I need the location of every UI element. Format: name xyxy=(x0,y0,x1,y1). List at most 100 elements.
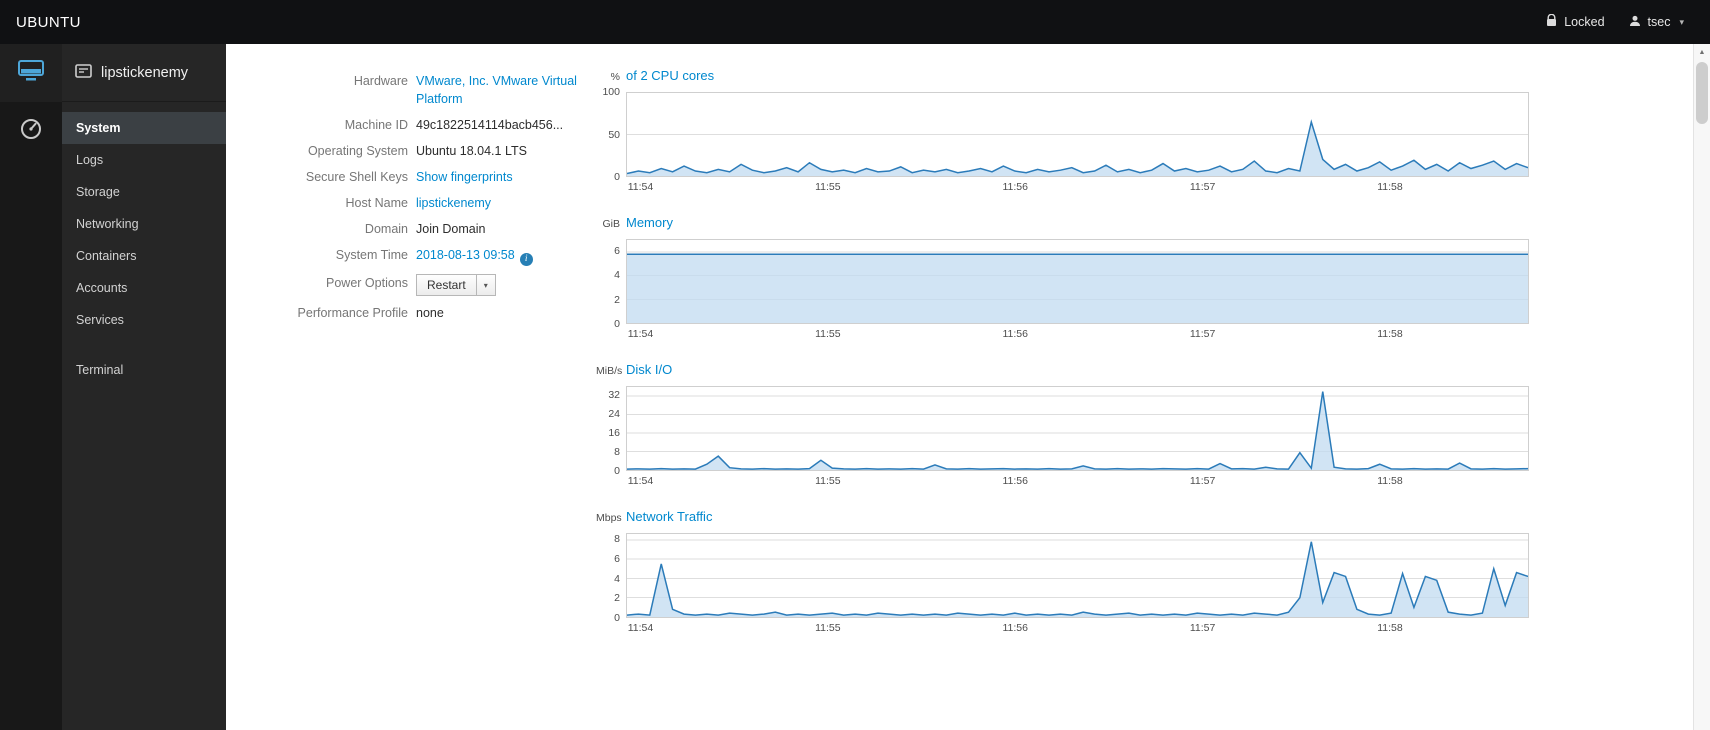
y-tick-label: 4 xyxy=(614,572,620,585)
chart-plot-area xyxy=(626,239,1529,324)
y-tick-label: 32 xyxy=(608,389,620,402)
chart-unit-label: GiB xyxy=(602,218,620,230)
sidebar-item-terminal[interactable]: Terminal xyxy=(62,354,226,386)
user-name: tsec xyxy=(1647,15,1671,29)
chart-header: % of 2 CPU cores xyxy=(596,68,1529,84)
info-icon[interactable]: i xyxy=(519,253,533,266)
x-tick-label: 11:55 xyxy=(815,328,841,340)
sidebar-item-storage[interactable]: Storage xyxy=(62,176,226,208)
user-icon xyxy=(1629,15,1641,30)
y-tick-label: 6 xyxy=(614,245,620,258)
chart-header: GiB Memory xyxy=(596,215,1529,231)
chart-plot-area xyxy=(626,92,1529,177)
info-label: Performance Profile xyxy=(297,306,408,320)
info-value: Join Domain xyxy=(416,216,594,242)
x-tick-label: 11:58 xyxy=(1377,622,1403,634)
chart-title-link[interactable]: of 2 CPU cores xyxy=(626,68,714,83)
info-link[interactable]: lipstickenemy xyxy=(416,196,491,210)
chevron-down-icon: ▾ xyxy=(1679,16,1684,27)
power-options-button-group: Restart ▾ xyxy=(416,274,496,296)
sidebar-item-accounts[interactable]: Accounts xyxy=(62,272,226,304)
chart-x-axis: 11:54 11:55 11:56 11:57 11:58 xyxy=(626,471,1529,489)
chart-disk-i-o: MiB/s Disk I/O 0 8 16 24 32 11:54 11:55 11:56 11:5… xyxy=(596,362,1529,489)
system-time-link[interactable]: 2018-08-13 09:58 xyxy=(416,248,515,262)
host-icon xyxy=(75,63,92,82)
chart-y-axis: 0 2 4 6 8 xyxy=(596,532,626,624)
chart-plot-area xyxy=(626,533,1529,618)
chart-plot-area xyxy=(626,386,1529,471)
x-tick-label: 11:56 xyxy=(1002,475,1028,487)
chart-y-axis: 0 50 100 xyxy=(596,86,626,183)
chart-title-link[interactable]: Network Traffic xyxy=(626,509,712,524)
y-tick-label: 16 xyxy=(608,427,620,440)
x-tick-label: 11:54 xyxy=(627,181,654,193)
x-tick-label: 11:58 xyxy=(1377,181,1403,193)
chart-x-axis: 11:54 11:55 11:56 11:57 11:58 xyxy=(626,177,1529,195)
y-tick-label: 2 xyxy=(614,592,620,605)
info-label: Power Options xyxy=(326,276,408,290)
chart-body: 0 2 4 6 8 xyxy=(596,532,1529,624)
host-switcher-strip xyxy=(0,44,62,730)
sidebar-nav: System Logs Storage Networking Containers Acc… xyxy=(62,112,226,386)
host-header[interactable]: lipstickenemy xyxy=(62,44,226,102)
info-value: 2018-08-13 09:58 i xyxy=(416,242,594,270)
y-tick-label: 0 xyxy=(614,612,620,624)
info-link[interactable]: Show fingerprints xyxy=(416,170,513,184)
y-tick-label: 100 xyxy=(602,86,620,98)
power-options-dropdown-caret[interactable]: ▾ xyxy=(476,274,496,296)
y-tick-label: 0 xyxy=(614,465,620,477)
brand-logo: UBUNTU xyxy=(16,13,81,31)
chart-x-axis: 11:54 11:55 11:56 11:57 11:58 xyxy=(626,324,1529,342)
server-tab[interactable] xyxy=(0,44,62,102)
chart-body: 0 50 100 xyxy=(596,86,1529,183)
lock-icon xyxy=(1546,13,1557,30)
x-tick-label: 11:55 xyxy=(815,181,841,193)
sidebar-item-containers[interactable]: Containers xyxy=(62,240,226,272)
system-info-panel: Hardware VMware, Inc. VMware Virtual Plat… xyxy=(226,68,594,730)
info-link[interactable]: Join Domain xyxy=(416,222,485,236)
y-tick-label: 8 xyxy=(614,532,620,545)
chart-memory: GiB Memory 0 2 4 6 11:54 11:55 11:56 11:57 11:58 xyxy=(596,215,1529,342)
dashboard-gauge-icon xyxy=(19,117,43,146)
main-content: Hardware VMware, Inc. VMware Virtual Plat… xyxy=(226,44,1710,730)
info-value: VMware, Inc. VMware Virtual Platform xyxy=(416,68,594,112)
sidebar-item-networking[interactable]: Networking xyxy=(62,208,226,240)
chart-network-traffic: Mbps Network Traffic 0 2 4 6 8 11:54 11:55 11:56 1… xyxy=(596,509,1529,636)
locked-indicator[interactable]: Locked xyxy=(1546,13,1605,30)
server-icon xyxy=(18,59,44,87)
info-label: System Time xyxy=(335,248,408,262)
x-tick-label: 11:54 xyxy=(627,475,654,487)
info-value: 49c1822514114bacb456... xyxy=(416,118,564,132)
y-tick-label: 24 xyxy=(608,408,620,421)
info-value: none xyxy=(416,306,444,320)
x-tick-label: 11:57 xyxy=(1189,328,1216,340)
sidebar-item-system[interactable]: System xyxy=(62,112,226,144)
restart-button[interactable]: Restart xyxy=(416,274,477,296)
info-link[interactable]: VMware, Inc. VMware Virtual Platform xyxy=(416,74,577,106)
user-menu[interactable]: tsec ▾ xyxy=(1629,15,1684,30)
chart-title-link[interactable]: Memory xyxy=(626,215,673,230)
y-tick-label: 50 xyxy=(608,128,620,141)
x-tick-label: 11:54 xyxy=(627,328,654,340)
sidebar-item-logs[interactable]: Logs xyxy=(62,144,226,176)
masthead-right: Locked tsec ▾ xyxy=(1546,13,1684,30)
x-tick-label: 11:54 xyxy=(627,622,654,634)
scrollbar-thumb[interactable] xyxy=(1696,62,1708,124)
scrollbar[interactable]: ▲ xyxy=(1693,44,1710,730)
masthead: UBUNTU Locked tsec ▾ xyxy=(0,0,1710,44)
info-label: Machine ID xyxy=(344,118,408,132)
charts-panel: % of 2 CPU cores 0 50 100 11:54 11:55 11:56 11:5… xyxy=(596,68,1529,730)
x-tick-label: 11:56 xyxy=(1002,181,1028,193)
x-tick-label: 11:56 xyxy=(1002,328,1028,340)
sidebar-item-services[interactable]: Services xyxy=(62,304,226,336)
app-layout: lipstickenemy System Logs Storage Networkin… xyxy=(0,44,1710,730)
y-tick-label: 2 xyxy=(614,293,620,306)
chart-y-axis: 0 8 16 24 32 xyxy=(596,386,626,477)
info-value: Restart ▾ xyxy=(416,270,594,300)
dashboard-tab[interactable] xyxy=(0,102,62,160)
info-label: Operating System xyxy=(307,144,408,158)
chart-of-2-cpu-cores: % of 2 CPU cores 0 50 100 11:54 11:55 11:56 11:5… xyxy=(596,68,1529,195)
chart-title-link[interactable]: Disk I/O xyxy=(626,362,672,377)
scroll-up-arrow[interactable]: ▲ xyxy=(1694,44,1710,56)
info-label: Domain xyxy=(364,222,408,236)
